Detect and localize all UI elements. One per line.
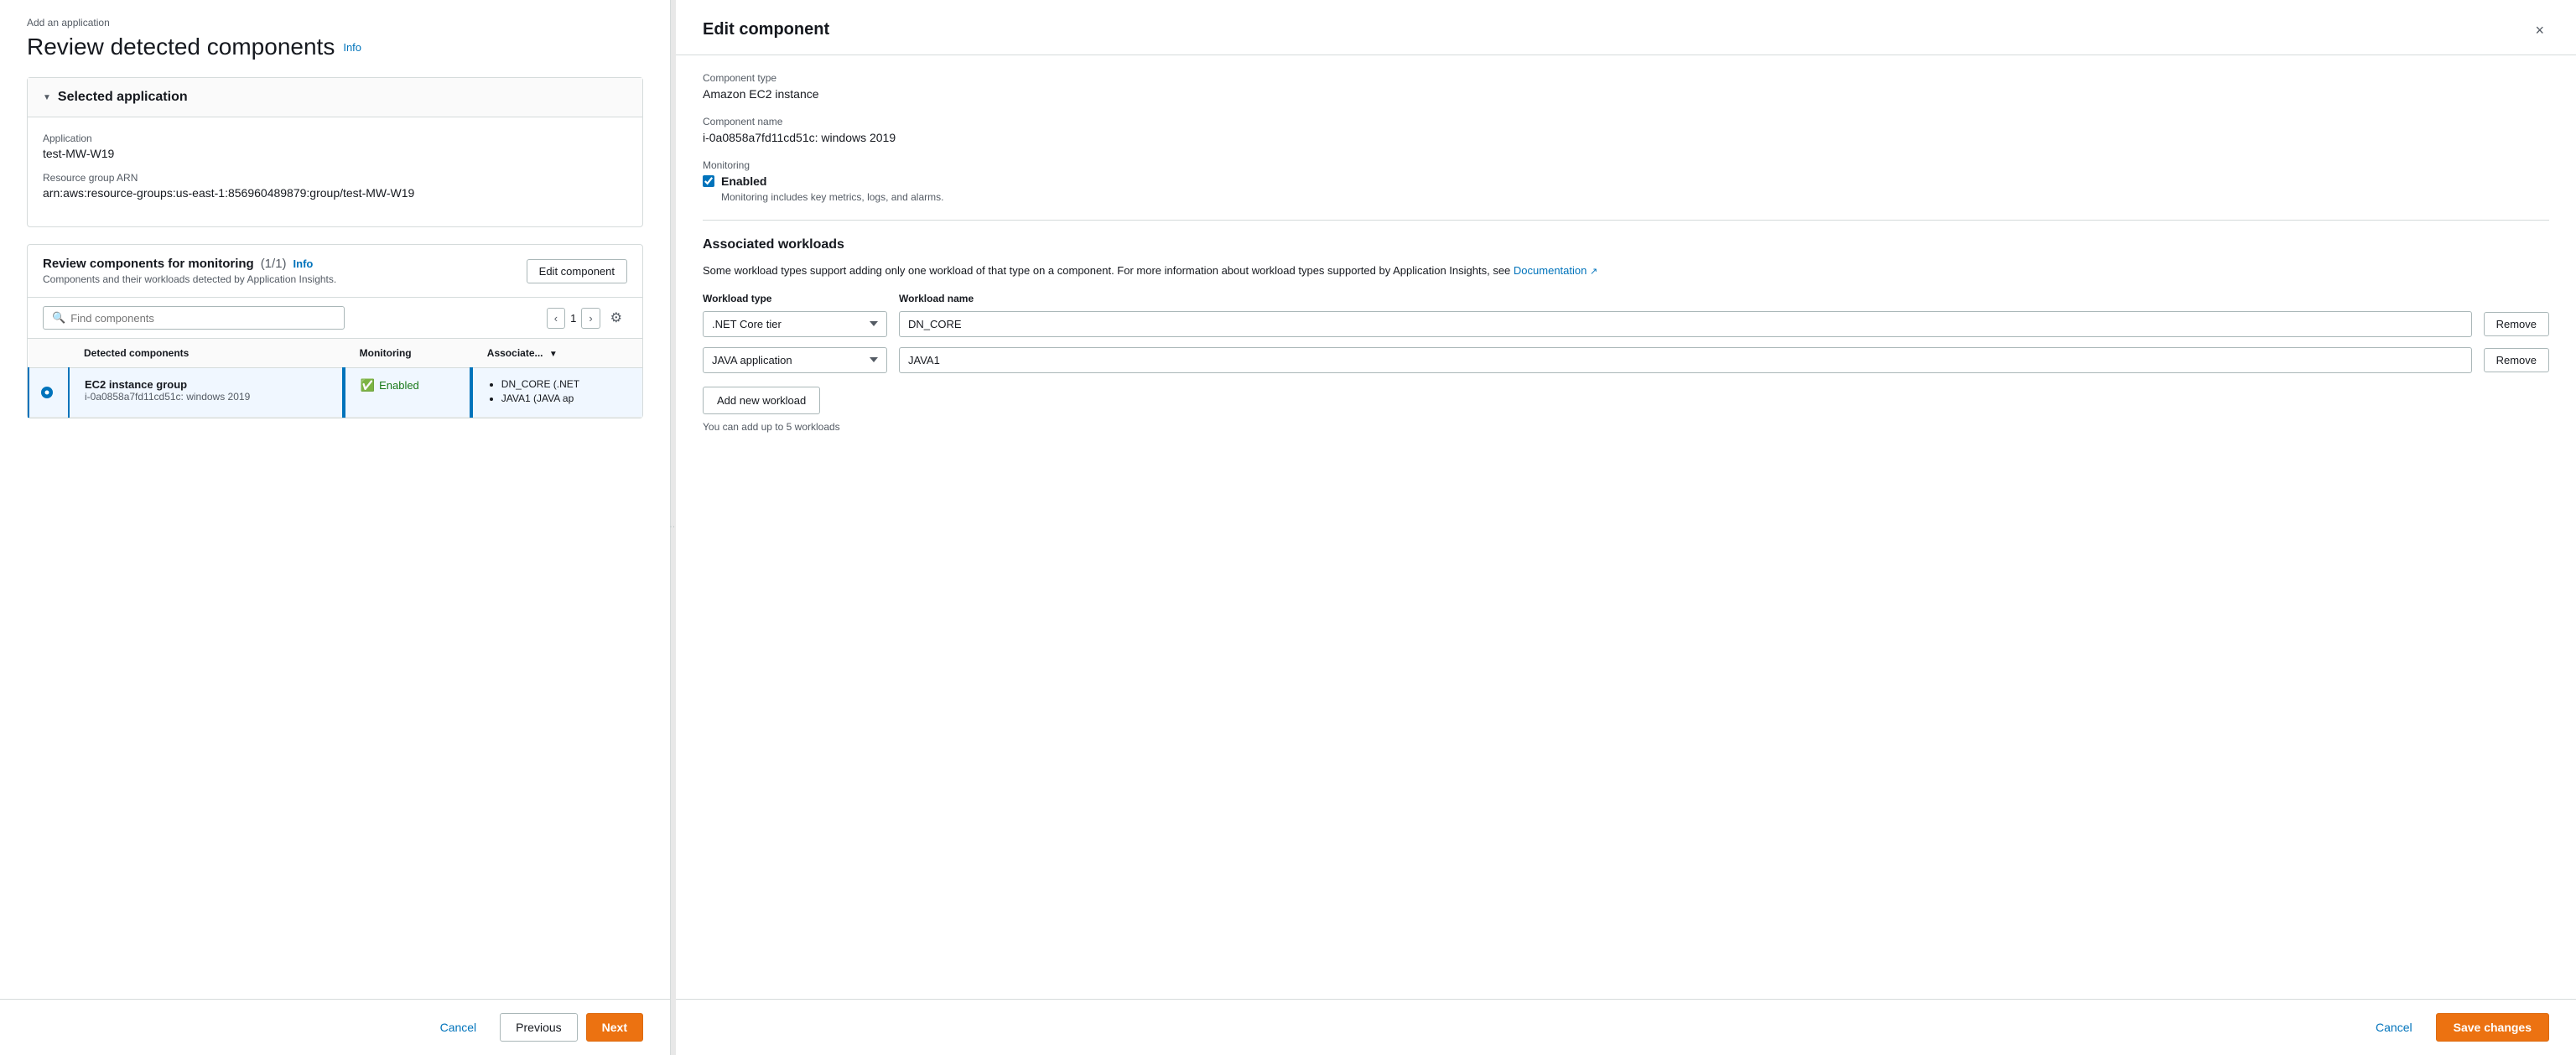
workload-description: Some workload types support adding only … xyxy=(703,262,2549,279)
selected-application-card: ▼ Selected application Application test-… xyxy=(27,77,643,227)
workloads-list: DN_CORE (.NET JAVA1 (JAVA ap xyxy=(488,378,627,404)
col-associate-header: Associate... ▼ xyxy=(472,339,642,368)
previous-button[interactable]: Previous xyxy=(500,1013,577,1042)
right-panel: Edit component × Component type Amazon E… xyxy=(676,0,2576,1055)
workload-row-1: .NET Core tier JAVA application SQL Serv… xyxy=(703,311,2549,337)
selected-application-body: Application test-MW-W19 Resource group A… xyxy=(28,117,642,226)
search-icon: 🔍 xyxy=(52,311,65,325)
right-panel-footer: Cancel Save changes xyxy=(676,999,2576,1055)
review-components-header: Review components for monitoring (1/1) I… xyxy=(28,245,642,298)
collapse-icon: ▼ xyxy=(43,93,51,102)
component-name-label: Component name xyxy=(703,116,2549,127)
component-instance: i-0a0858a7fd11cd51c: windows 2019 xyxy=(85,391,327,403)
component-info-cell: EC2 instance group i-0a0858a7fd11cd51c: … xyxy=(69,368,343,418)
review-title: Review components for monitoring (1/1) I… xyxy=(43,257,336,271)
right-panel-header: Edit component × xyxy=(676,0,2576,55)
review-info-link[interactable]: Info xyxy=(293,257,314,270)
check-circle-icon: ✅ xyxy=(361,378,375,392)
left-header: Add an application Review detected compo… xyxy=(0,0,670,60)
remove-workload-button-1[interactable]: Remove xyxy=(2484,312,2549,336)
row-radio-button[interactable] xyxy=(41,387,53,398)
radio-cell xyxy=(29,368,69,418)
workload-name-input-1[interactable] xyxy=(899,311,2472,337)
left-content: ▼ Selected application Application test-… xyxy=(0,60,670,999)
workload-item: JAVA1 (JAVA ap xyxy=(501,392,627,404)
component-type-field: Component type Amazon EC2 instance xyxy=(703,72,2549,101)
monitoring-field: Monitoring Enabled Monitoring includes k… xyxy=(703,159,2549,203)
monitoring-checkbox[interactable] xyxy=(703,175,714,187)
next-button[interactable]: Next xyxy=(586,1013,643,1042)
workload-name-input-2[interactable] xyxy=(899,347,2472,373)
workloads-cell: DN_CORE (.NET JAVA1 (JAVA ap xyxy=(472,368,642,418)
monitoring-description: Monitoring includes key metrics, logs, a… xyxy=(721,191,2549,203)
app-field-value: test-MW-W19 xyxy=(43,147,627,160)
documentation-link[interactable]: Documentation xyxy=(1514,264,1587,277)
col-detected-header: Detected components xyxy=(69,339,343,368)
settings-icon-button[interactable]: ⚙ xyxy=(605,306,627,330)
edit-component-title: Edit component xyxy=(703,20,829,39)
wl-name-col-header: Workload name xyxy=(899,293,2549,304)
review-components-card: Review components for monitoring (1/1) I… xyxy=(27,244,643,418)
monitoring-enabled-text: Enabled xyxy=(379,379,419,392)
col-monitoring-header: Monitoring xyxy=(345,339,470,368)
remove-workload-button-2[interactable]: Remove xyxy=(2484,348,2549,372)
workload-row-2: .NET Core tier JAVA application SQL Serv… xyxy=(703,347,2549,373)
workload-type-select-2[interactable]: .NET Core tier JAVA application SQL Serv… xyxy=(703,347,887,373)
left-panel: Add an application Review detected compo… xyxy=(0,0,671,1055)
associate-arrow-icon: ▼ xyxy=(549,350,558,359)
add-workload-button[interactable]: Add new workload xyxy=(703,387,820,414)
pagination-next-arrow[interactable]: › xyxy=(581,308,600,329)
search-input[interactable] xyxy=(70,312,335,325)
component-name-field: Component name i-0a0858a7fd11cd51c: wind… xyxy=(703,116,2549,144)
external-link-icon: ↗ xyxy=(1590,267,1597,277)
arn-field-label: Resource group ARN xyxy=(43,172,627,184)
table-row[interactable]: EC2 instance group i-0a0858a7fd11cd51c: … xyxy=(29,368,642,418)
component-type: EC2 instance group xyxy=(85,378,327,391)
add-app-label: Add an application xyxy=(27,17,643,29)
cancel-button[interactable]: Cancel xyxy=(425,1014,492,1041)
monitoring-enabled-label: Enabled xyxy=(721,174,766,188)
component-type-value: Amazon EC2 instance xyxy=(703,87,2549,101)
selected-application-header[interactable]: ▼ Selected application xyxy=(28,78,642,117)
app-field-label: Application xyxy=(43,133,627,144)
pagination-prev-arrow[interactable]: ‹ xyxy=(547,308,565,329)
arn-field-value: arn:aws:resource-groups:us-east-1:856960… xyxy=(43,186,627,200)
component-type-label: Component type xyxy=(703,72,2549,84)
pagination-number: 1 xyxy=(570,312,576,325)
wl-type-col-header: Workload type xyxy=(703,293,887,304)
selected-application-title: Selected application xyxy=(58,90,188,105)
section-divider xyxy=(703,220,2549,221)
search-box: 🔍 xyxy=(43,306,345,330)
workload-columns-header: Workload type Workload name xyxy=(703,293,2549,304)
associated-workloads-title: Associated workloads xyxy=(703,237,2549,252)
workload-item: DN_CORE (.NET xyxy=(501,378,627,390)
monitoring-checkbox-row: Enabled xyxy=(703,174,2549,188)
close-panel-button[interactable]: × xyxy=(2530,20,2549,41)
col-radio xyxy=(29,339,69,368)
pagination-controls: ‹ 1 › ⚙ xyxy=(547,306,627,330)
search-pagination-row: 🔍 ‹ 1 › ⚙ xyxy=(28,298,642,339)
edit-component-button[interactable]: Edit component xyxy=(527,259,627,283)
monitoring-status: ✅ Enabled xyxy=(361,378,454,392)
info-link[interactable]: Info xyxy=(343,41,361,54)
review-title-group: Review components for monitoring (1/1) I… xyxy=(43,257,336,285)
right-cancel-button[interactable]: Cancel xyxy=(2360,1014,2428,1041)
monitoring-field-label: Monitoring xyxy=(703,159,2549,171)
components-table: Detected components Monitoring Associate… xyxy=(28,339,642,418)
workload-limit-note: You can add up to 5 workloads xyxy=(703,421,2549,433)
left-footer: Cancel Previous Next xyxy=(0,999,670,1055)
workload-type-select-1[interactable]: .NET Core tier JAVA application SQL Serv… xyxy=(703,311,887,337)
review-subtitle: Components and their workloads detected … xyxy=(43,273,336,285)
monitoring-cell: ✅ Enabled xyxy=(345,368,470,418)
save-changes-button[interactable]: Save changes xyxy=(2436,1013,2549,1042)
component-name-value: i-0a0858a7fd11cd51c: windows 2019 xyxy=(703,131,2549,144)
page-title: Review detected components Info xyxy=(27,34,643,60)
right-panel-content: Component type Amazon EC2 instance Compo… xyxy=(676,55,2576,999)
